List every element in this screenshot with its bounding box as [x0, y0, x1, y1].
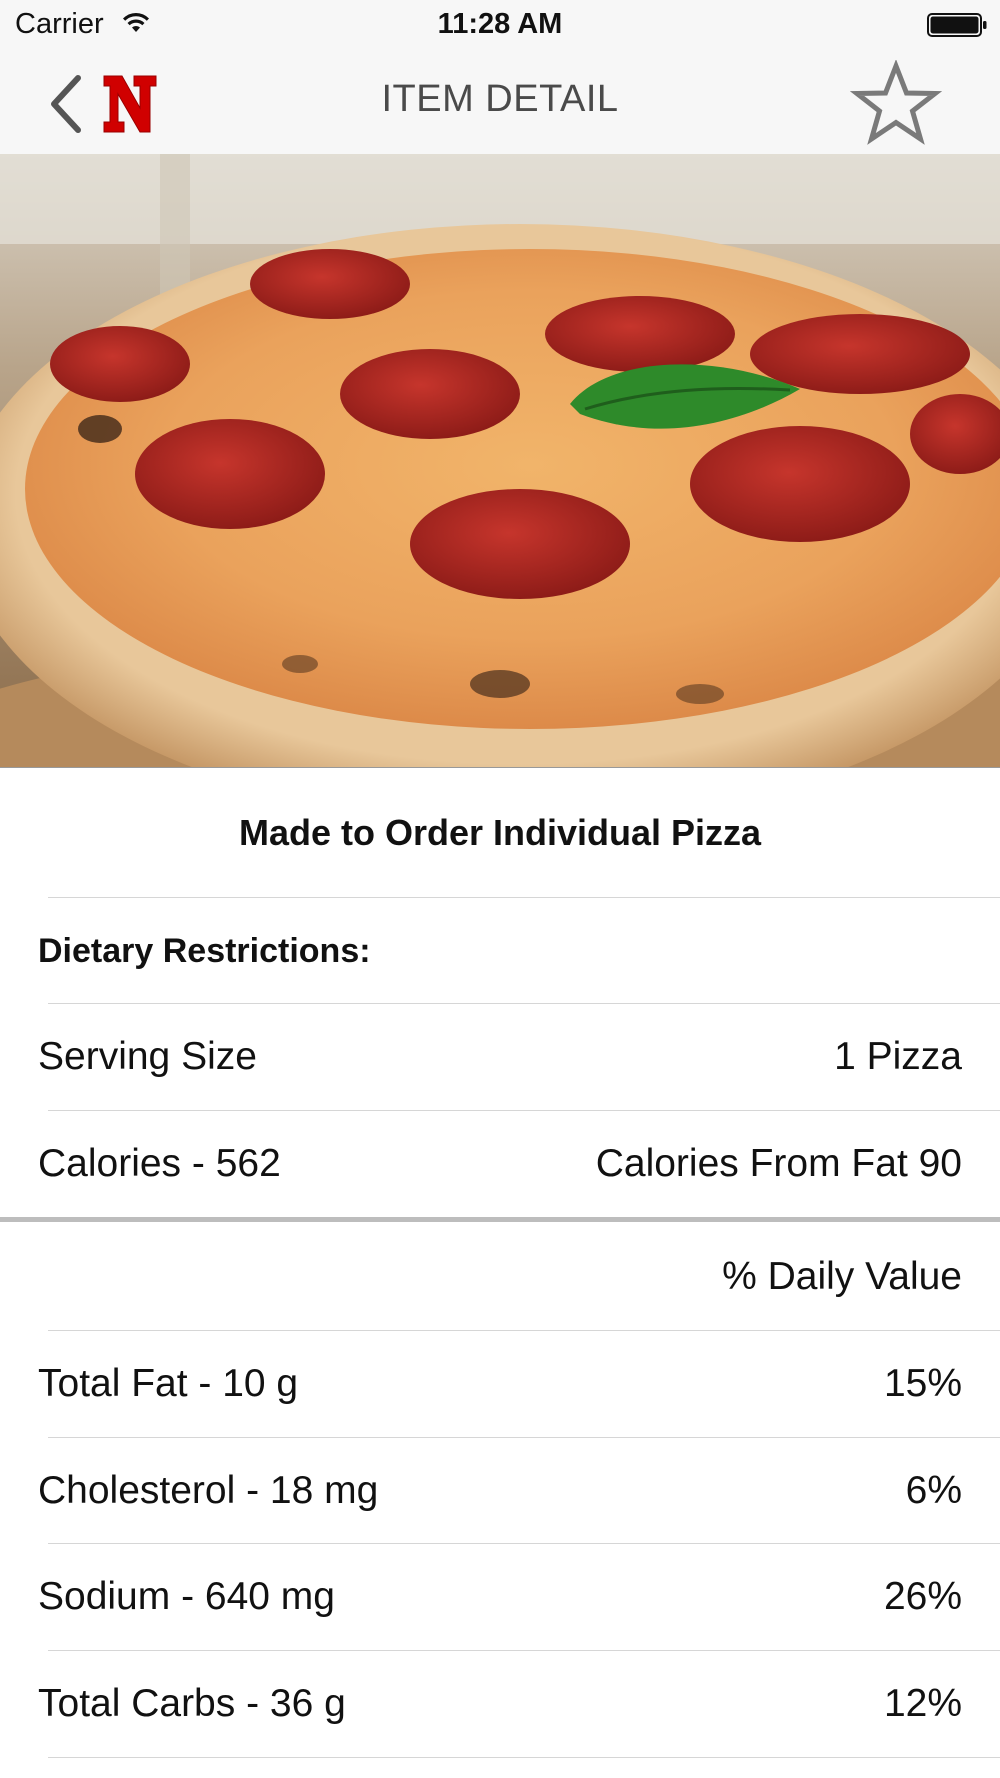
divider [48, 1757, 1000, 1758]
university-logo-icon [103, 75, 157, 133]
daily-value-header: % Daily Value [722, 1255, 962, 1298]
serving-size-label: Serving Size [38, 1035, 257, 1078]
nutrient-label: Total Carbs - 36 g [38, 1682, 346, 1725]
chevron-left-icon [51, 75, 81, 133]
item-name: Made to Order Individual Pizza [238, 812, 762, 853]
nutrition-row-total-fat: Total Fat - 10 g 15% [38, 1331, 962, 1437]
nutrient-label: Sodium - 640 mg [38, 1575, 335, 1618]
calories-label: Calories - 562 [38, 1142, 281, 1185]
nutrient-daily-value: 6% [905, 1469, 962, 1512]
daily-value-header-row: % Daily Value [38, 1224, 962, 1330]
navigation-bar: ITEM DETAIL [0, 50, 1000, 155]
calories-row: Calories - 562 Calories From Fat 90 [38, 1111, 962, 1217]
dietary-restrictions-row: Dietary Restrictions: [38, 898, 962, 1004]
status-bar: Carrier 11:28 AM [0, 0, 1000, 50]
nutrient-label: Total Fat - 10 g [38, 1362, 299, 1405]
star-outline-icon [849, 59, 943, 145]
nutrition-row-cholesterol: Cholesterol - 18 mg 6% [38, 1438, 962, 1544]
battery-icon [927, 13, 987, 37]
nutrient-daily-value: 12% [883, 1682, 962, 1725]
nutrition-row-sodium: Sodium - 640 mg 26% [38, 1544, 962, 1650]
nutrient-daily-value: 15% [883, 1362, 962, 1405]
nutrient-daily-value: 26% [883, 1575, 962, 1618]
nutrient-label: Cholesterol - 18 mg [38, 1469, 379, 1512]
favorite-button[interactable] [849, 59, 943, 146]
status-time: 11:28 AM [437, 8, 563, 40]
back-button[interactable] [40, 66, 170, 138]
serving-size-value: 1 Pizza [834, 1035, 962, 1078]
item-photo [0, 154, 1000, 768]
nutrition-row-total-carbs: Total Carbs - 36 g 12% [38, 1651, 962, 1757]
dietary-restrictions-label: Dietary Restrictions: [38, 932, 371, 970]
serving-size-row: Serving Size 1 Pizza [38, 1004, 962, 1110]
section-divider [0, 1217, 1000, 1222]
calories-from-fat: Calories From Fat 90 [595, 1142, 962, 1185]
